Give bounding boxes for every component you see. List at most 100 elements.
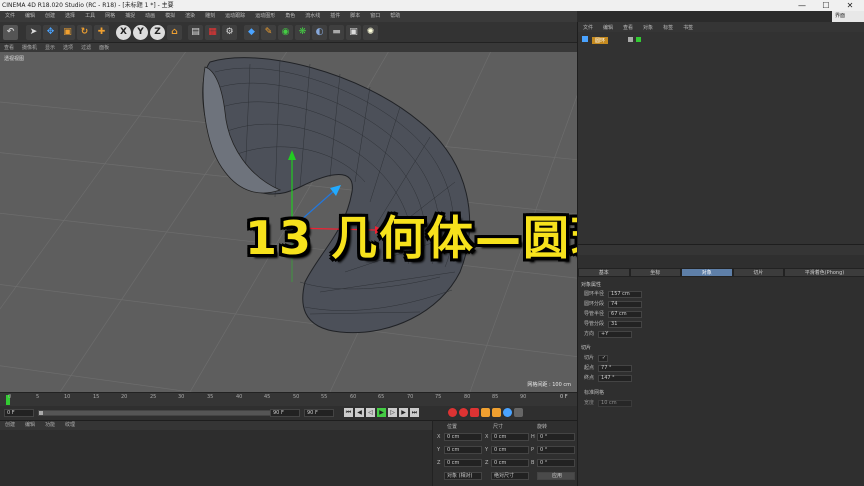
coordinate-system-icon[interactable]: ⌂: [167, 25, 182, 40]
scale-key-icon[interactable]: [492, 408, 501, 417]
menu-tools[interactable]: 工具: [80, 11, 100, 22]
om-menu-edit[interactable]: 编辑: [598, 24, 618, 31]
timeline-ruler[interactable]: 0 5 10 15 20 25 30 35 40 45 50 55 60 65 …: [0, 392, 577, 406]
axis-x-button[interactable]: X: [116, 25, 131, 40]
viewport-menu-view[interactable]: 查看: [0, 44, 18, 51]
rot-p-field[interactable]: 0 °: [537, 446, 575, 454]
menu-select[interactable]: 选择: [60, 11, 80, 22]
om-menu-objects[interactable]: 对象: [638, 24, 658, 31]
material-menu-texture[interactable]: 纹理: [60, 421, 80, 430]
close-button[interactable]: ✕: [838, 0, 862, 11]
move-tool-icon[interactable]: ✥: [43, 25, 58, 40]
axis-y-button[interactable]: Y: [133, 25, 148, 40]
undo-icon[interactable]: ↶: [3, 25, 18, 40]
position-key-icon[interactable]: [481, 408, 490, 417]
coordinate-mode-select[interactable]: 对象 (相对): [444, 472, 482, 480]
light-icon[interactable]: ✺: [363, 25, 378, 40]
ring-radius-field[interactable]: 157 cm: [608, 291, 643, 298]
menu-render[interactable]: 渲染: [180, 11, 200, 22]
material-menu-edit[interactable]: 编辑: [20, 421, 40, 430]
material-menu-create[interactable]: 创建: [0, 421, 20, 430]
menu-pipeline[interactable]: 流水线: [300, 11, 325, 22]
size-mode-select[interactable]: 绝对尺寸: [491, 472, 529, 480]
max-frame-field[interactable]: 90 F: [304, 409, 334, 417]
minimize-button[interactable]: —: [790, 0, 814, 11]
slice-to-field[interactable]: 147 °: [598, 375, 633, 382]
tab-coord[interactable]: 坐标: [629, 268, 681, 277]
tab-object[interactable]: 对象: [681, 268, 733, 277]
tab-basic[interactable]: 基本: [578, 268, 630, 277]
prev-frame-icon[interactable]: ◁: [366, 408, 375, 417]
menu-motion-tracker[interactable]: 运动跟踪: [220, 11, 250, 22]
viewport-menu-camera[interactable]: 摄像机: [18, 44, 41, 51]
menu-plugins[interactable]: 插件: [325, 11, 345, 22]
prev-key-icon[interactable]: ◀: [355, 408, 364, 417]
viewport-menu-filter[interactable]: 过滤: [77, 44, 95, 51]
pos-z-field[interactable]: 0 cm: [444, 459, 482, 467]
menu-simulate[interactable]: 模拟: [160, 11, 180, 22]
layout-selector[interactable]: 界面: [832, 11, 864, 22]
orientation-select[interactable]: +Y: [598, 331, 633, 338]
enabled-check-icon[interactable]: [636, 37, 641, 42]
axis-z-button[interactable]: Z: [150, 25, 165, 40]
menu-mograph[interactable]: 运动图形: [250, 11, 280, 22]
menu-animate[interactable]: 动画: [140, 11, 160, 22]
record-icon[interactable]: [448, 408, 457, 417]
menu-snap[interactable]: 捕捉: [120, 11, 140, 22]
size-z-field[interactable]: 0 cm: [491, 459, 529, 467]
tab-phong[interactable]: 平滑着色(Phong): [784, 268, 864, 277]
deformer-icon[interactable]: ◐: [312, 25, 327, 40]
grid-width-field[interactable]: 10 cm: [598, 400, 633, 407]
render-picture-viewer-icon[interactable]: ▦: [205, 25, 220, 40]
array-icon[interactable]: ❋: [295, 25, 310, 40]
param-key-icon[interactable]: [503, 408, 512, 417]
viewport-menu-panel[interactable]: 面板: [95, 44, 113, 51]
om-menu-file[interactable]: 文件: [578, 24, 598, 31]
pos-y-field[interactable]: 0 cm: [444, 446, 482, 454]
rot-h-field[interactable]: 0 °: [537, 433, 575, 441]
menu-file[interactable]: 文件: [0, 11, 20, 22]
object-item-torus[interactable]: 圆环: [592, 37, 609, 44]
frame-range-slider[interactable]: [38, 410, 298, 416]
material-menu-function[interactable]: 功能: [40, 421, 60, 430]
range-start-handle[interactable]: [39, 411, 43, 415]
pos-x-field[interactable]: 0 cm: [444, 433, 482, 441]
pen-icon[interactable]: ✎: [261, 25, 276, 40]
tab-slice[interactable]: 切片: [732, 268, 784, 277]
viewport-menu-options[interactable]: 选项: [59, 44, 77, 51]
timeline-window-icon[interactable]: [514, 408, 523, 417]
rotate-tool-icon[interactable]: ↻: [77, 25, 92, 40]
pipe-segments-field[interactable]: 31: [608, 321, 643, 328]
rot-b-field[interactable]: 0 °: [537, 459, 575, 467]
start-frame-field[interactable]: 0 F: [4, 409, 34, 417]
cube-icon[interactable]: ◆: [244, 25, 259, 40]
autokey-icon[interactable]: [459, 408, 468, 417]
next-frame-icon[interactable]: ▷: [388, 408, 397, 417]
menu-edit[interactable]: 编辑: [20, 11, 40, 22]
menu-create[interactable]: 创建: [40, 11, 60, 22]
apply-button[interactable]: 应用: [537, 472, 575, 480]
slice-from-field[interactable]: 77 °: [598, 365, 633, 372]
render-view-icon[interactable]: ▤: [188, 25, 203, 40]
menu-script[interactable]: 脚本: [345, 11, 365, 22]
size-y-field[interactable]: 0 cm: [491, 446, 529, 454]
scale-tool-icon[interactable]: ▣: [60, 25, 75, 40]
menu-mesh[interactable]: 网格: [100, 11, 120, 22]
om-menu-bookmarks[interactable]: 书签: [678, 24, 698, 31]
subdivision-icon[interactable]: ◉: [278, 25, 293, 40]
viewport-menu-display[interactable]: 显示: [41, 44, 59, 51]
go-to-end-icon[interactable]: ⏭: [410, 408, 419, 417]
size-x-field[interactable]: 0 cm: [491, 433, 529, 441]
select-cursor-icon[interactable]: ➤: [26, 25, 41, 40]
slice-checkbox[interactable]: ✓: [598, 355, 609, 362]
maximize-button[interactable]: ☐: [814, 0, 838, 11]
go-to-start-icon[interactable]: ⏮: [344, 408, 353, 417]
menu-sculpt[interactable]: 雕刻: [200, 11, 220, 22]
ring-segments-field[interactable]: 74: [608, 301, 643, 308]
menu-help[interactable]: 帮助: [385, 11, 405, 22]
visibility-dots-icon[interactable]: [628, 37, 633, 42]
om-menu-view[interactable]: 查看: [618, 24, 638, 31]
floor-icon[interactable]: ▬: [329, 25, 344, 40]
pipe-radius-field[interactable]: 67 cm: [608, 311, 643, 318]
end-frame-field[interactable]: 90 F: [270, 409, 300, 417]
